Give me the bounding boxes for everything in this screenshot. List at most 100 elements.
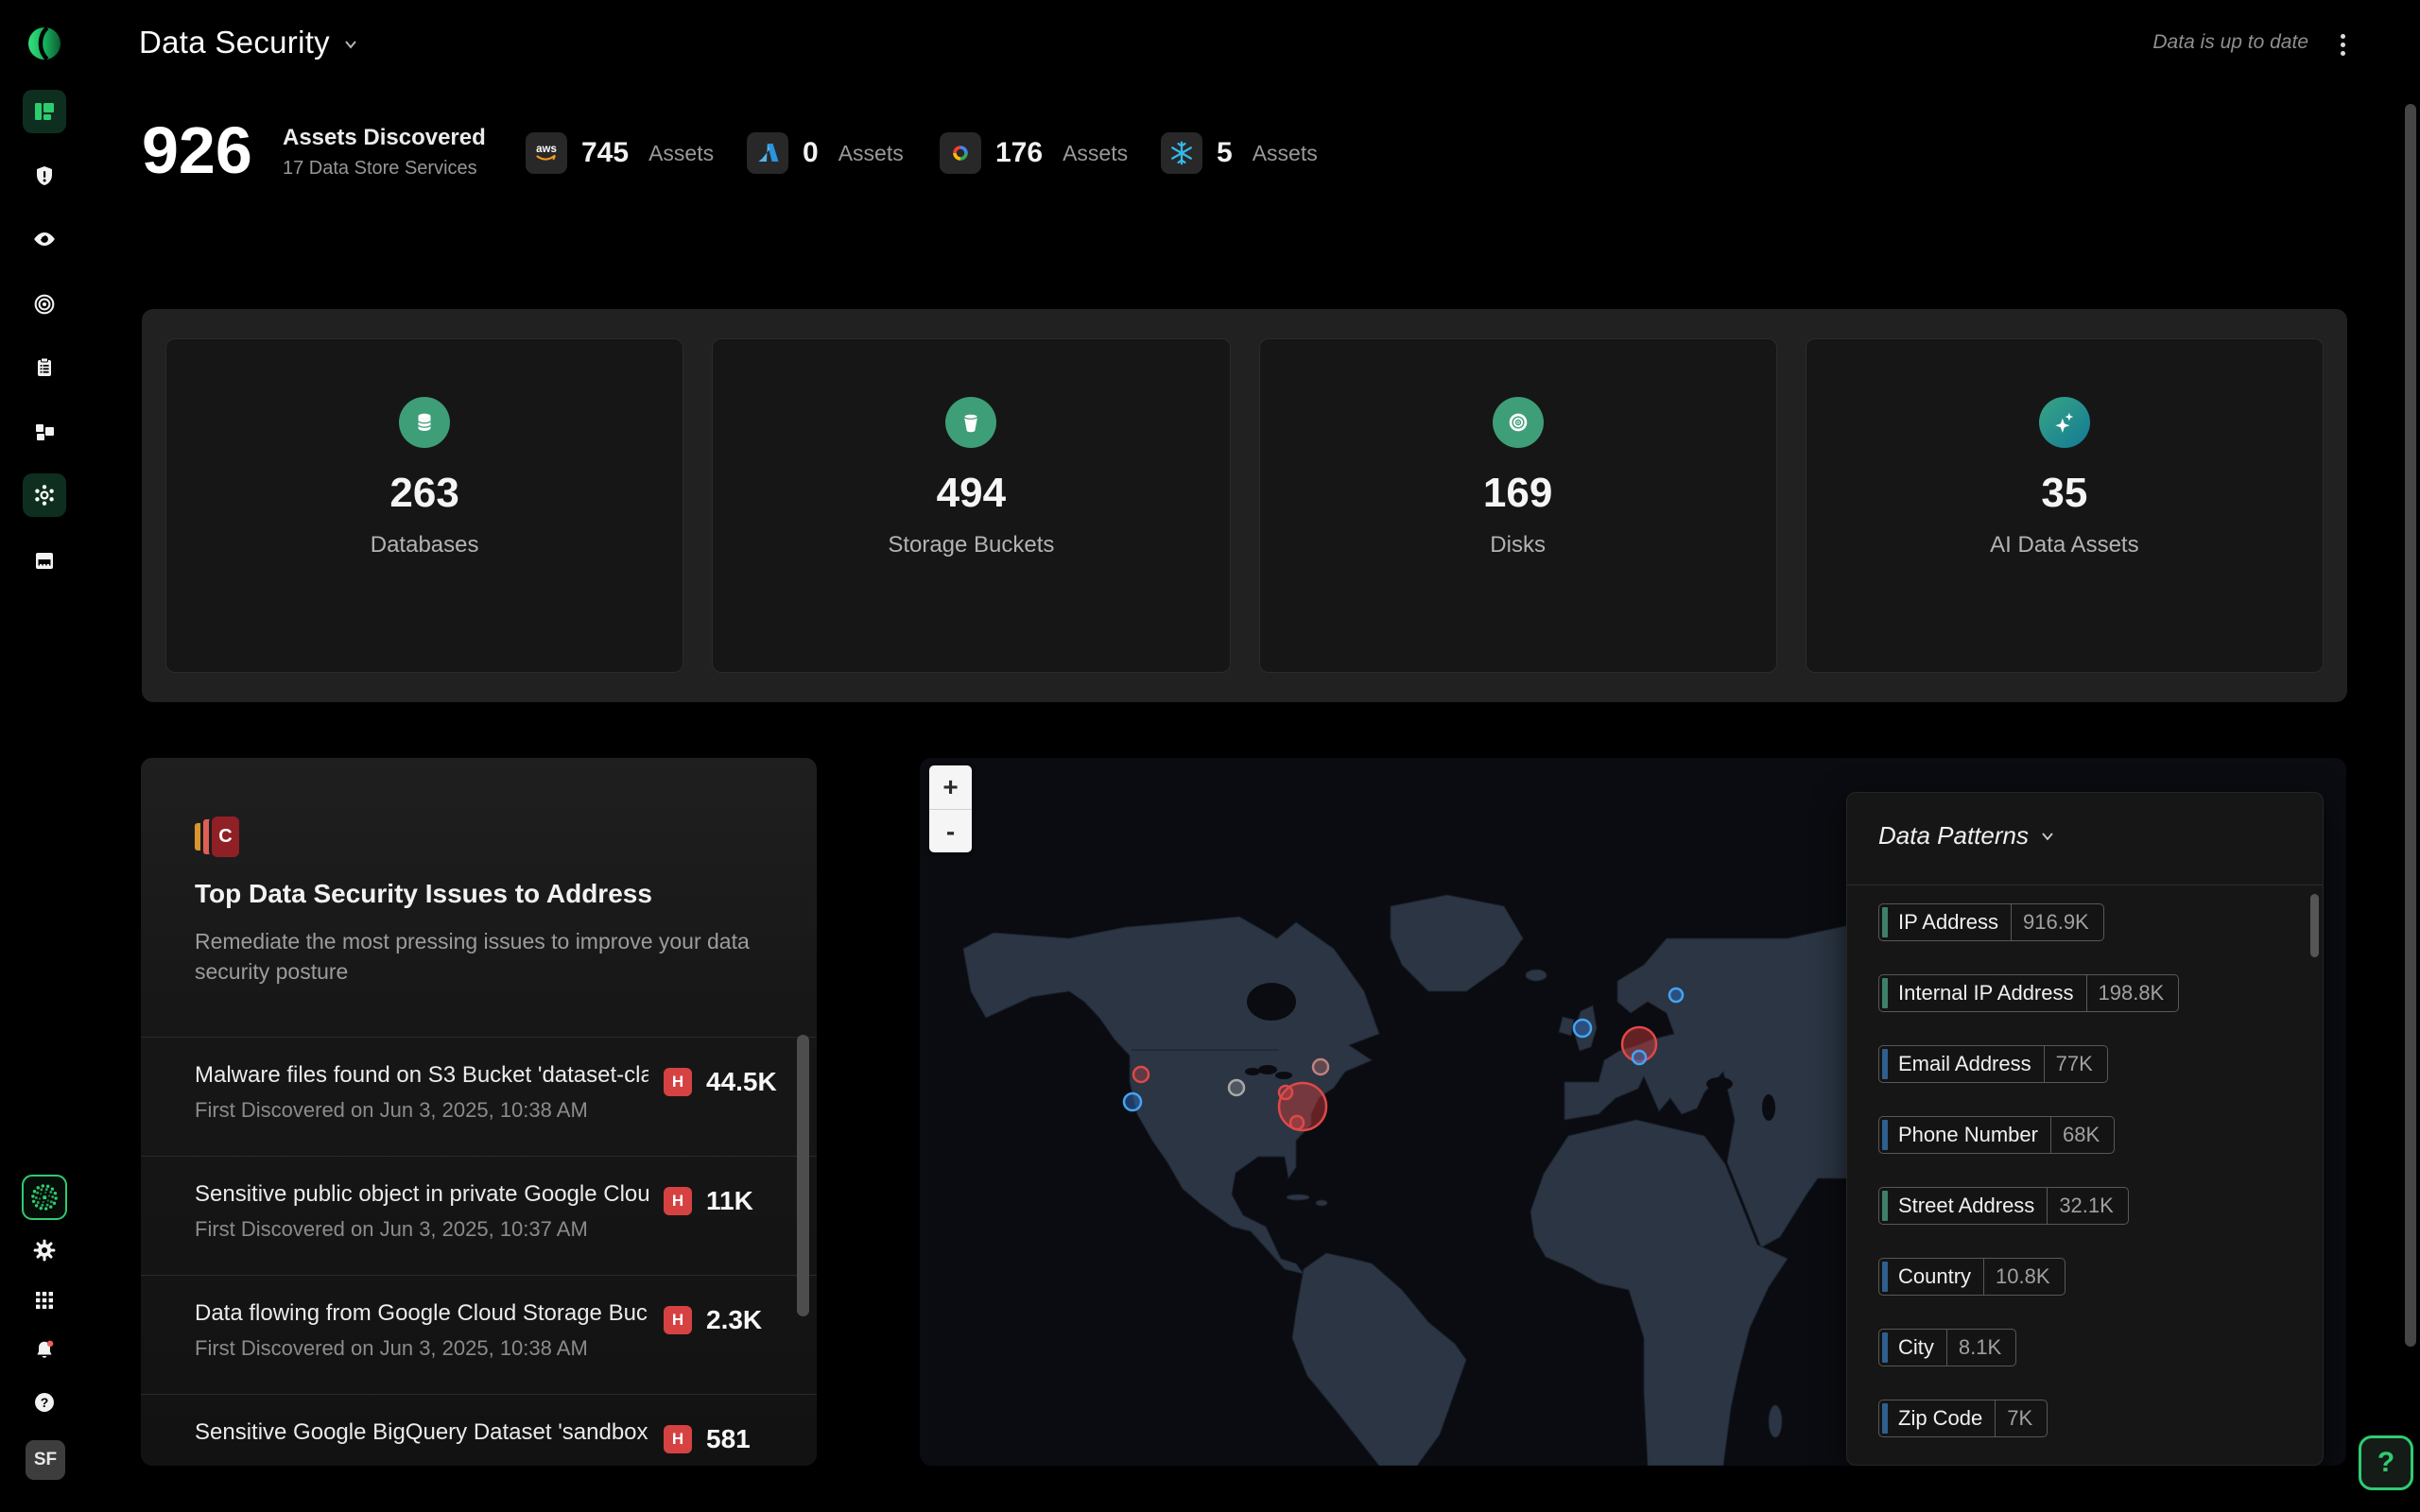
overflow-menu-button[interactable] (2335, 28, 2350, 60)
issue-row[interactable]: Sensitive Google BigQuery Dataset 'sandb… (141, 1394, 817, 1466)
card-disks[interactable]: 169 Disks (1259, 338, 1777, 673)
pattern-count: 32.1K (2059, 1194, 2114, 1218)
map-bubble[interactable] (1290, 1116, 1304, 1129)
card-ai-data-assets[interactable]: 35 AI Data Assets (1806, 338, 2324, 673)
pattern-count: 916.9K (2023, 910, 2089, 935)
issue-title: Data flowing from Google Cloud Storage B… (195, 1300, 648, 1327)
data-freshness-status: Data is up to date (2152, 31, 2308, 54)
pattern-count: 198.8K (2099, 981, 2165, 1005)
svg-text:?: ? (41, 1395, 49, 1410)
sidebar-item-attack-surface[interactable] (23, 283, 66, 326)
card-databases[interactable]: 263 Databases (165, 338, 683, 673)
bell-icon (32, 1338, 57, 1363)
map-bubble[interactable] (1133, 1067, 1149, 1082)
pattern-chip-country[interactable]: Country10.8K (1878, 1258, 2066, 1296)
aws-asset-unit: Assets (648, 141, 714, 166)
assets-total-label: Assets Discovered (283, 125, 486, 151)
ai-assistant-button[interactable] (22, 1175, 67, 1220)
map-bubble[interactable] (1279, 1086, 1292, 1099)
chevron-down-icon (2040, 831, 2055, 842)
gear-icon (32, 1238, 57, 1263)
pattern-color-bar (1882, 1191, 1888, 1221)
database-icon (399, 397, 450, 448)
sidebar-item-visibility[interactable] (23, 217, 66, 261)
severity-badge: H (664, 1068, 692, 1096)
shield-alert-icon (33, 164, 56, 187)
patterns-scrollbar-thumb[interactable] (2310, 894, 2319, 957)
issue-row[interactable]: Data flowing from Google Cloud Storage B… (141, 1275, 817, 1394)
sidebar-item-dashboard[interactable] (23, 90, 66, 133)
issue-row[interactable]: Malware files found on S3 Bucket 'datase… (141, 1037, 817, 1156)
asset-summary-panel: 263 Databases 494 Storage Buckets 169 Di… (142, 309, 2347, 702)
help-fab-button[interactable]: ? (2359, 1435, 2413, 1490)
app-root: ? SF Data Security Data is up to date 92… (0, 0, 2420, 1512)
issues-panel-subtitle: Remediate the most pressing issues to im… (195, 926, 762, 987)
provider-stat-gcp: 176 Assets (940, 132, 1128, 174)
help-icon: ? (32, 1390, 57, 1415)
ai-data-assets-label: AI Data Assets (1806, 532, 2323, 558)
page-scrollbar-thumb[interactable] (2405, 104, 2416, 1347)
cyera-logo-icon[interactable] (26, 25, 63, 62)
assets-total-sublabel: 17 Data Store Services (283, 158, 477, 180)
svg-text:aws: aws (536, 144, 557, 155)
card-storage-buckets[interactable]: 494 Storage Buckets (712, 338, 1230, 673)
map-bubble[interactable] (1669, 988, 1683, 1002)
sidebar-item-settings[interactable] (23, 1228, 66, 1272)
storage-buckets-label: Storage Buckets (713, 532, 1229, 558)
assets-total-value: 926 (142, 113, 252, 187)
pattern-chip-street-address[interactable]: Street Address 32.1K (1878, 1187, 2129, 1225)
snowflake-asset-count: 5 (1217, 137, 1233, 169)
issue-count: 11K (706, 1186, 753, 1216)
map-bubble[interactable] (1124, 1093, 1141, 1110)
map-bubble[interactable] (1229, 1080, 1244, 1095)
pattern-chip-ip-address[interactable]: IP Address916.9K (1878, 903, 2104, 941)
pattern-label: Zip Code (1898, 1406, 1982, 1431)
issue-row[interactable]: Sensitive public object in private Googl… (141, 1156, 817, 1275)
issue-count: 581 (706, 1424, 751, 1454)
severity-badge: H (664, 1187, 692, 1215)
zoom-out-button[interactable]: - (929, 809, 972, 852)
pattern-color-bar (1882, 1332, 1888, 1363)
snowflake-asset-unit: Assets (1253, 141, 1318, 166)
aws-asset-count: 745 (581, 137, 629, 169)
pattern-chip-internal-ip-address[interactable]: Internal IP Address198.8K (1878, 974, 2179, 1012)
google-cloud-icon (940, 132, 981, 174)
issues-panel-title: Top Data Security Issues to Address (195, 879, 652, 909)
gcp-asset-count: 176 (995, 137, 1043, 169)
map-bubble[interactable] (1574, 1020, 1591, 1037)
target-icon (32, 292, 57, 317)
pattern-chip-list: IP Address916.9K Internal IP Address198.… (1878, 903, 2179, 1466)
burst-icon (32, 483, 57, 507)
pattern-count: 68K (2063, 1123, 2100, 1147)
sidebar-item-policies[interactable] (23, 346, 66, 389)
map-bubble[interactable] (1313, 1059, 1328, 1074)
issue-count: 44.5K (706, 1067, 777, 1097)
severity-badge: H (664, 1306, 692, 1334)
top-issues-panel: C Top Data Security Issues to Address Re… (141, 758, 817, 1466)
sidebar-item-apps[interactable] (23, 1279, 66, 1322)
issue-discovered: First Discovered on Jun 3, 2025, 10:37 A… (195, 1217, 588, 1242)
data-patterns-header[interactable]: Data Patterns (1878, 821, 2055, 850)
provider-stat-aws: aws 745 Assets (526, 132, 714, 174)
pattern-chip-email-address[interactable]: Email Address77K (1878, 1045, 2108, 1083)
pattern-chip-zip-code[interactable]: Zip Code7K (1878, 1400, 2048, 1437)
pattern-chip-city[interactable]: City8.1K (1878, 1329, 2016, 1366)
page-title-chevron-icon[interactable] (342, 38, 359, 56)
clipboard-list-icon (33, 356, 56, 379)
pattern-count: 10.8K (1996, 1264, 2050, 1289)
pattern-label: Street Address (1898, 1194, 2034, 1218)
zoom-in-button[interactable]: + (929, 765, 972, 809)
issues-scrollbar-thumb[interactable] (797, 1035, 809, 1316)
sidebar-item-classifications[interactable] (23, 473, 66, 517)
sidebar-item-help[interactable]: ? (23, 1381, 66, 1424)
sidebar-item-notifications[interactable] (23, 1329, 66, 1372)
sidebar-item-integrations[interactable] (23, 539, 66, 582)
map-bubble[interactable] (1633, 1051, 1646, 1064)
sidebar-item-inventory[interactable] (23, 410, 66, 454)
user-avatar[interactable]: SF (26, 1440, 65, 1480)
sidebar-item-issues[interactable] (23, 154, 66, 198)
dashboard-icon (33, 100, 56, 123)
pattern-chip-phone-number[interactable]: Phone Number68K (1878, 1116, 2115, 1154)
gcp-asset-unit: Assets (1063, 141, 1128, 166)
sparkle-icon (2039, 397, 2090, 448)
